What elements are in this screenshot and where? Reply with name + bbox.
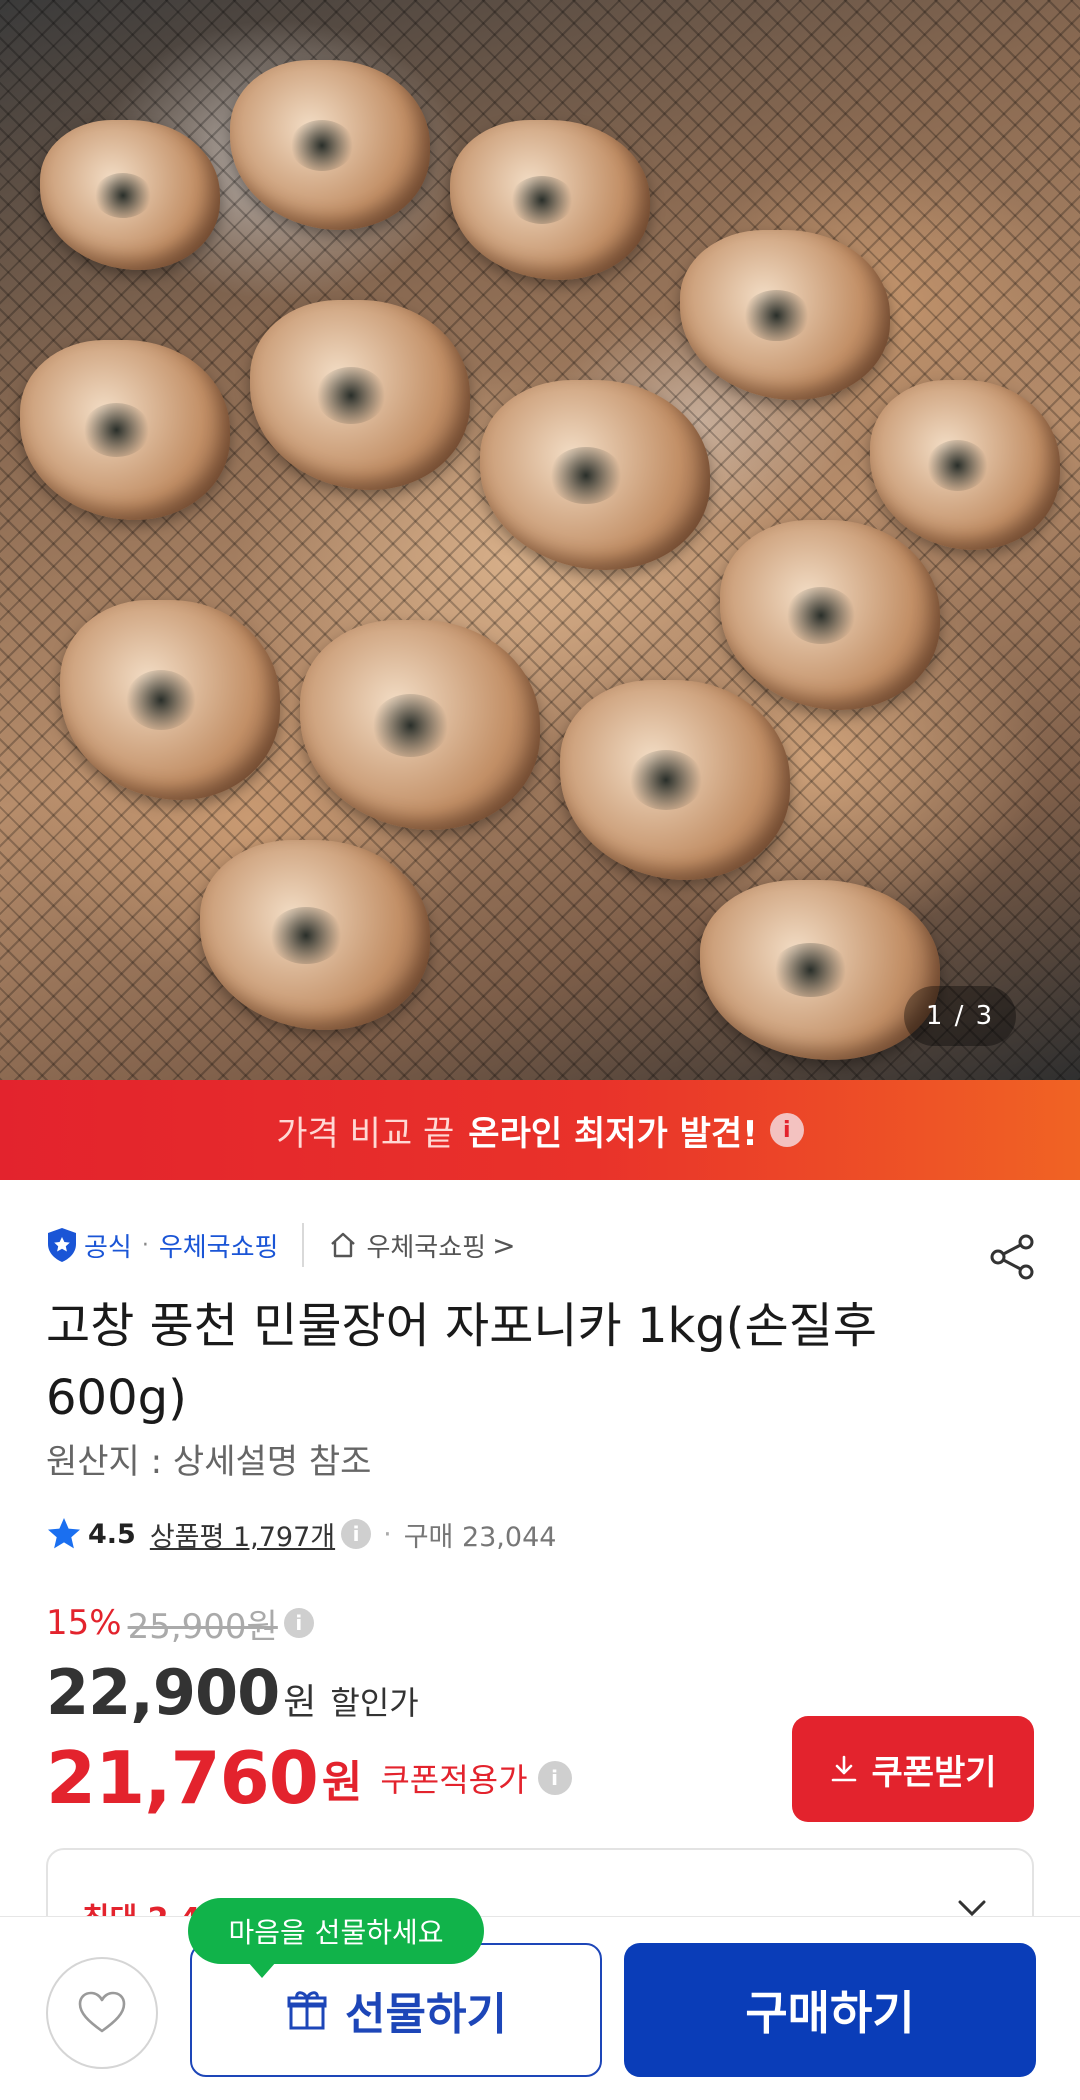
info-icon[interactable]: i: [537, 1761, 572, 1795]
promo-light-text: 가격 비교 끝: [276, 1113, 455, 1154]
download-icon: [832, 1755, 857, 1782]
seller-name[interactable]: 우체국쇼핑: [159, 1227, 279, 1264]
info-icon[interactable]: i: [341, 1519, 372, 1549]
heart-icon: [78, 1991, 126, 2033]
chevron-right-icon: >: [492, 1228, 516, 1262]
share-icon[interactable]: [986, 1230, 1040, 1284]
seller-row: 공식 · 우체국쇼핑 우체국쇼핑 >: [46, 1222, 516, 1268]
sale-price: 22,900: [46, 1656, 280, 1729]
purchase-count: 구매 23,044: [403, 1521, 557, 1553]
buy-button-label: 구매하기: [745, 1987, 915, 2039]
get-coupon-label: 쿠폰받기: [871, 1753, 997, 1792]
original-price: 25,900원: [127, 1606, 278, 1647]
rating-score: 4.5: [88, 1518, 136, 1550]
gift-tooltip-bubble: 마음을 선물하세요: [188, 1898, 484, 1978]
bottom-action-bar: 선물하기 구매하기: [0, 1916, 1080, 2100]
coupon-price-label: 쿠폰적용가: [380, 1761, 528, 1799]
coupon-price: 21,760: [46, 1736, 319, 1820]
discount-percent: 15%: [46, 1603, 122, 1643]
product-origin: 원산지 : 상세설명 참조: [46, 1442, 372, 1482]
original-price-row: 15% 25,900원 i: [46, 1600, 314, 1647]
info-icon[interactable]: i: [283, 1608, 314, 1638]
review-count-link[interactable]: 상품평 1,797개: [150, 1515, 335, 1554]
separator-dot: ·: [141, 1232, 149, 1258]
sale-price-label: 할인가: [330, 1684, 419, 1722]
product-image[interactable]: 1 / 3: [0, 0, 1080, 1080]
info-icon[interactable]: i: [769, 1113, 804, 1147]
home-icon: [331, 1232, 356, 1258]
sale-price-row: 22,900 원 할인가: [46, 1656, 419, 1729]
gift-button-label: 선물하기: [345, 1990, 507, 2039]
buy-button[interactable]: 구매하기: [624, 1943, 1036, 2077]
rating-row: 4.5 상품평 1,797개 i · 구매 23,044: [46, 1512, 556, 1556]
coupon-currency: 원: [321, 1757, 363, 1808]
shield-icon: [48, 1228, 76, 1262]
wishlist-button[interactable]: [46, 1957, 158, 2069]
gift-icon: [287, 1991, 327, 2030]
product-title: 고창 풍천 민물장어 자포니카 1kg(손질후600g): [46, 1298, 877, 1426]
promo-bold-text: 온라인 최저가 발견!: [468, 1113, 758, 1154]
divider: [302, 1223, 305, 1267]
image-page-counter: 1 / 3: [904, 986, 1016, 1046]
separator-dot: ·: [383, 1518, 392, 1550]
get-coupon-button[interactable]: 쿠폰받기: [792, 1716, 1034, 1822]
lowest-price-banner[interactable]: 가격 비교 끝 온라인 최저가 발견! i: [0, 1080, 1080, 1180]
official-badge: 공식: [84, 1232, 132, 1263]
coupon-price-row: 21,760 원 쿠폰적용가 i: [46, 1736, 572, 1820]
store-home-link[interactable]: 우체국쇼핑: [366, 1227, 486, 1264]
star-icon: [48, 1518, 80, 1549]
sale-currency: 원: [283, 1682, 317, 1723]
